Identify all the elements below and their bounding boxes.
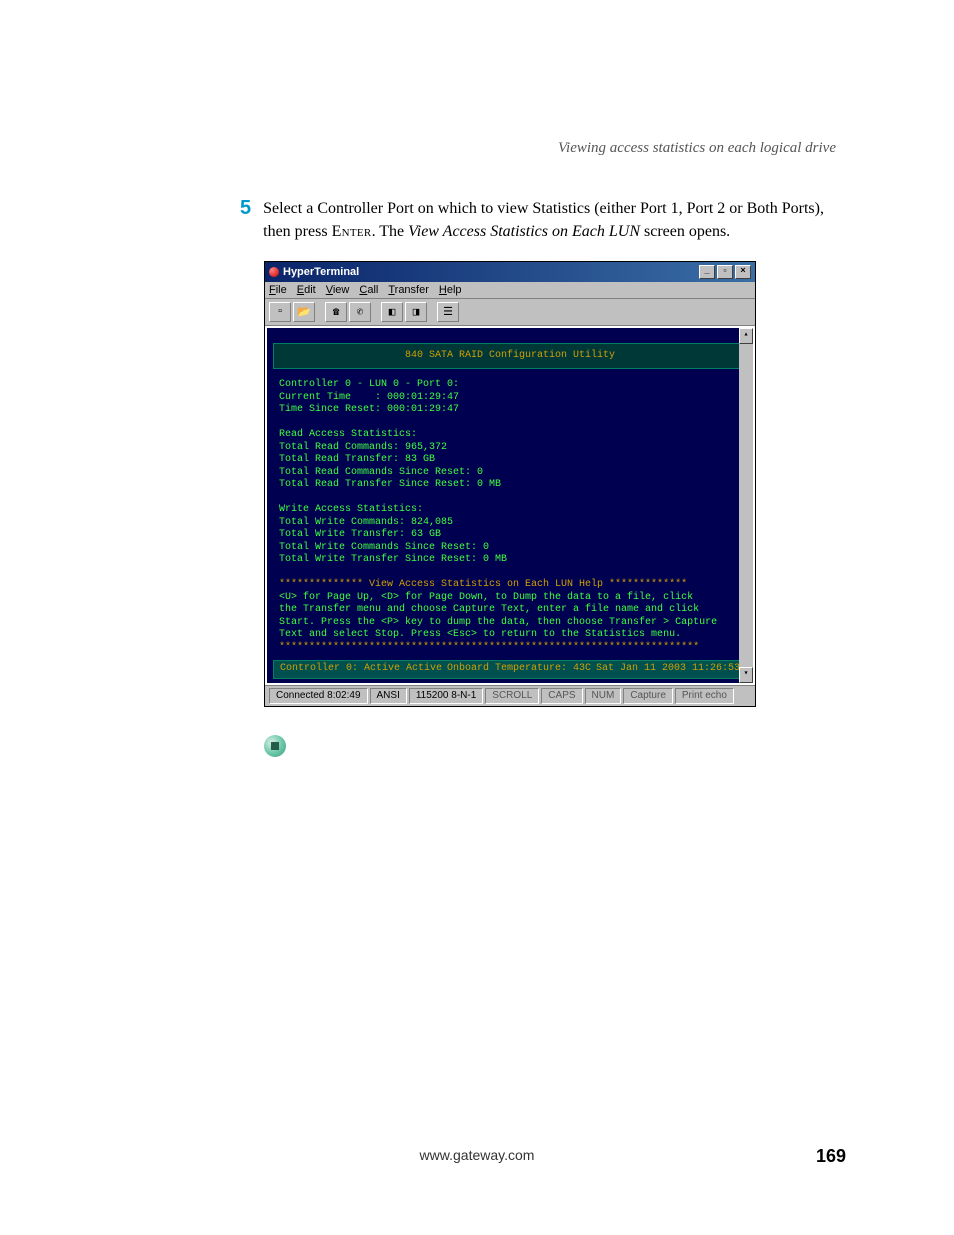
end-of-procedure-icon (264, 735, 286, 757)
status-baud: 115200 8-N-1 (409, 688, 483, 704)
page-number: 169 (816, 1146, 846, 1167)
status-right: Sat Jan 11 2003 11:26:53 (596, 663, 740, 676)
menu-file[interactable]: File (269, 284, 287, 296)
menu-call[interactable]: Call (359, 284, 378, 296)
status-scroll: SCROLL (485, 688, 539, 704)
status-left: Controller 0: Active Active (280, 663, 442, 676)
window-title: HyperTerminal (283, 266, 359, 278)
window-titlebar: HyperTerminal _ ▫ × (265, 262, 755, 282)
term-line: Write Access Statistics: (279, 504, 423, 515)
status-num: NUM (585, 688, 622, 704)
menubar: File Edit View Call Transfer Help (265, 282, 755, 299)
footer-url: www.gateway.com (0, 1147, 954, 1163)
term-line: Controller 0 - LUN 0 - Port 0: (279, 379, 459, 390)
step-5: 5 Select a Controller Port on which to v… (240, 197, 844, 243)
term-line: Total Read Commands: 965,372 (279, 442, 447, 453)
tool-open-icon[interactable]: 📂 (293, 302, 315, 322)
menu-help[interactable]: Help (439, 284, 462, 296)
hyperterminal-window: HyperTerminal _ ▫ × File Edit View Call … (264, 261, 756, 707)
status-capture: Capture (623, 688, 673, 704)
scroll-down-icon[interactable]: ▾ (739, 667, 753, 683)
term-line: Total Write Commands: 824,085 (279, 517, 453, 528)
tool-new-icon[interactable]: ▫ (269, 302, 291, 322)
tool-send-icon[interactable]: ◧ (381, 302, 403, 322)
help-line: <U> for Page Up, <D> for Page Down, to D… (279, 592, 693, 603)
tool-properties-icon[interactable]: ☰ (437, 302, 459, 322)
status-caps: CAPS (541, 688, 582, 704)
close-button[interactable]: × (735, 265, 751, 279)
term-line: Total Read Commands Since Reset: 0 (279, 467, 483, 478)
status-printecho: Print echo (675, 688, 734, 704)
help-title: ************** View Access Statistics on… (279, 579, 687, 590)
help-line: Text and select Stop. Press <Esc> to ret… (279, 629, 681, 640)
maximize-button[interactable]: ▫ (717, 265, 733, 279)
term-line: Total Read Transfer Since Reset: 0 MB (279, 479, 501, 490)
app-icon (269, 267, 279, 277)
tool-call-icon[interactable]: ☎ (325, 302, 347, 322)
menu-view[interactable]: View (326, 284, 350, 296)
section-header: Viewing access statistics on each logica… (240, 140, 844, 157)
help-line: the Transfer menu and choose Capture Tex… (279, 604, 699, 615)
scroll-up-icon[interactable]: ▴ (739, 328, 753, 344)
status-connected: Connected 8:02:49 (269, 688, 368, 704)
term-line: Total Read Transfer: 83 GB (279, 454, 435, 465)
term-line: Time Since Reset: 000:01:29:47 (279, 404, 459, 415)
step-suffix: screen opens. (640, 223, 730, 240)
help-line: Start. Press the <P> key to dump the dat… (279, 617, 717, 628)
term-line: Read Access Statistics: (279, 429, 417, 440)
step-text: Select a Controller Port on which to vie… (263, 197, 844, 243)
minimize-button[interactable]: _ (699, 265, 715, 279)
tool-hangup-icon[interactable]: ✆ (349, 302, 371, 322)
toolbar: ▫ 📂 ☎ ✆ ◧ ◨ ☰ (265, 299, 755, 326)
step-mid: . The (372, 223, 409, 240)
step-key: Enter (332, 223, 372, 240)
status-emulation: ANSI (370, 688, 407, 704)
status-center: Onboard Temperature: 43C (447, 663, 591, 676)
term-line: Total Write Transfer Since Reset: 0 MB (279, 554, 507, 565)
terminal-title: 840 SATA RAID Configuration Utility (405, 350, 615, 361)
vertical-scrollbar[interactable]: ▴ ▾ (739, 328, 753, 683)
step-screen-name: View Access Statistics on Each LUN (408, 223, 640, 240)
terminal-status-bar: Controller 0: Active Active Onboard Tempe… (273, 660, 747, 679)
statusbar: Connected 8:02:49 ANSI 115200 8-N-1 SCRO… (265, 685, 755, 706)
term-line: Current Time : 000:01:29:47 (279, 392, 459, 403)
menu-edit[interactable]: Edit (297, 284, 316, 296)
tool-receive-icon[interactable]: ◨ (405, 302, 427, 322)
menu-transfer[interactable]: Transfer (388, 284, 429, 296)
help-footer: ****************************************… (279, 642, 699, 653)
term-line: Total Write Transfer: 63 GB (279, 529, 441, 540)
step-number: 5 (240, 197, 251, 219)
term-line: Total Write Commands Since Reset: 0 (279, 542, 489, 553)
terminal-area: 840 SATA RAID Configuration Utility Contr… (267, 328, 753, 683)
